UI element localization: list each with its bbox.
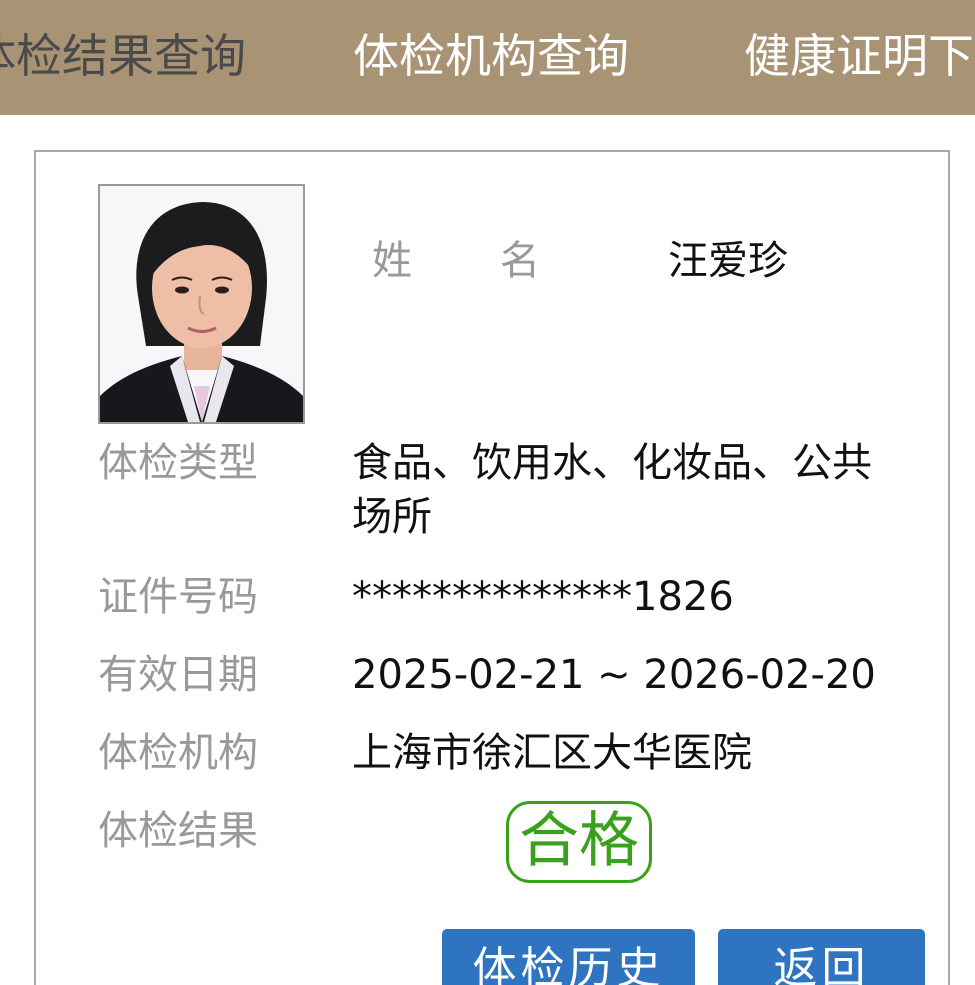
- id-number-value: **************1826: [352, 574, 734, 620]
- name-label-char-2: 名: [500, 238, 540, 284]
- tab-exam-result-query[interactable]: 体检结果查询: [0, 27, 246, 85]
- person-portrait-icon: [100, 186, 303, 422]
- person-name: 汪爱珍: [668, 238, 788, 284]
- exam-history-button[interactable]: 体检历史: [442, 929, 695, 985]
- tab-exam-org-query[interactable]: 体检机构查询: [353, 27, 629, 85]
- exam-result-label: 体检结果: [98, 808, 258, 854]
- tab-health-cert-download[interactable]: 健康证明下载: [744, 27, 975, 85]
- back-button[interactable]: 返回: [718, 929, 925, 985]
- exam-type-label: 体检类型: [98, 440, 258, 486]
- result-pass-stamp: 合格: [506, 801, 652, 883]
- valid-period-label: 有效日期: [98, 652, 258, 698]
- valid-period-value: 2025-02-21 ~ 2026-02-20: [352, 652, 876, 698]
- exam-org-value: 上海市徐汇区大华医院: [352, 730, 752, 776]
- top-nav-bar: 体检结果查询 体检机构查询 健康证明下载: [0, 0, 975, 115]
- name-label-char-1: 姓: [372, 238, 412, 284]
- id-photo: [98, 184, 305, 424]
- exam-type-value: 食品、饮用水、化妆品、公共场所: [352, 440, 872, 540]
- id-number-label: 证件号码: [98, 574, 258, 620]
- exam-org-label: 体检机构: [98, 730, 258, 776]
